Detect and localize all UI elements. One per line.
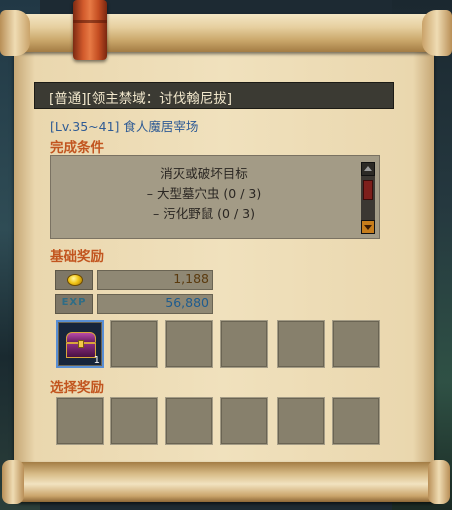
condition-line-0: 消灭或破坏目标 xyxy=(160,166,248,181)
condition-line-1: – 大型墓穴虫 (0 / 3) xyxy=(146,186,262,201)
conditions-scrollbar[interactable] xyxy=(361,162,375,234)
basic-reward-slot-3[interactable] xyxy=(165,320,213,368)
quest-level-range: [Lv.35~41] xyxy=(50,119,120,134)
choice-reward-label: 选择奖励 xyxy=(50,380,104,396)
exp-value: 56,880 xyxy=(97,294,213,314)
choice-reward-slot-6[interactable] xyxy=(332,397,380,445)
basic-reward-slot-5[interactable] xyxy=(277,320,325,368)
gold-value: 1,188 xyxy=(97,270,213,290)
choice-reward-slot-4[interactable] xyxy=(220,397,268,445)
gold-coin-icon xyxy=(67,274,83,286)
gold-icon-cell xyxy=(55,270,93,290)
quest-name: 食人魔居宰场 xyxy=(123,119,199,134)
basic-reward-slot-1[interactable]: 1 xyxy=(56,320,104,368)
scroll-top-roll xyxy=(0,6,452,60)
quest-title-bar: [普通][领主禁域：讨伐翰尼拔] xyxy=(34,82,394,109)
basic-reward-label: 基础奖励 xyxy=(50,249,104,265)
scroll-bottom-roll xyxy=(2,460,450,504)
scroll-thumb[interactable] xyxy=(363,180,373,200)
scroll-up-arrow-icon[interactable] xyxy=(361,162,375,176)
conditions-box: 消灭或破坏目标 – 大型墓穴虫 (0 / 3) – 污化野鼠 (0 / 3) xyxy=(50,155,380,239)
basic-reward-slot-2[interactable] xyxy=(110,320,158,368)
basic-reward-slot-4[interactable] xyxy=(220,320,268,368)
basic-reward-slot-6[interactable] xyxy=(332,320,380,368)
slot-item-count: 1 xyxy=(93,355,100,366)
choice-reward-slot-1[interactable] xyxy=(56,397,104,445)
exp-icon-cell: EXP xyxy=(55,294,93,314)
quest-title: [普通][领主禁域：讨伐翰尼拔] xyxy=(49,91,233,107)
condition-line-2: – 污化野鼠 (0 / 3) xyxy=(152,206,255,221)
exp-icon: EXP xyxy=(61,297,87,308)
choice-reward-slot-5[interactable] xyxy=(277,397,325,445)
choice-reward-slot-3[interactable] xyxy=(165,397,213,445)
ribbon-icon xyxy=(73,0,107,60)
conditions-label: 完成条件 xyxy=(50,140,104,156)
choice-reward-slot-2[interactable] xyxy=(110,397,158,445)
treasure-chest-icon xyxy=(66,332,96,358)
quest-info: [Lv.35~41] 食人魔居宰场 xyxy=(50,116,198,135)
scroll-down-arrow-icon[interactable] xyxy=(361,220,375,234)
